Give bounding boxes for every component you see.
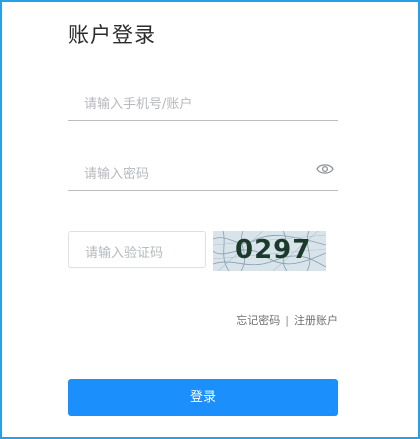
forgot-password-link[interactable]: 忘记密码 <box>236 314 280 327</box>
password-input[interactable]: 请输入密码 <box>68 154 338 191</box>
register-link[interactable]: 注册账户 <box>294 314 338 327</box>
login-button[interactable]: 登录 <box>68 379 338 416</box>
page-title: 账户登录 <box>68 23 156 47</box>
phone-account-input[interactable]: 请输入手机号/账户 <box>68 84 338 121</box>
captcha-placeholder: 请输入验证码 <box>85 246 164 261</box>
password-placeholder: 请输入密码 <box>84 167 150 182</box>
captcha-image[interactable]: 0297 <box>213 231 326 271</box>
auxiliary-links: 忘记密码 | 注册账户 <box>68 312 338 328</box>
login-panel: 账户登录 请输入手机号/账户 请输入密码 请输入验证码 0297 忘记密码 | … <box>0 0 420 439</box>
captcha-input[interactable]: 请输入验证码 <box>68 231 206 268</box>
captcha-text: 0297 <box>235 235 312 265</box>
link-separator: | <box>285 314 289 327</box>
phone-account-placeholder: 请输入手机号/账户 <box>84 97 193 112</box>
eye-icon[interactable] <box>316 162 334 176</box>
